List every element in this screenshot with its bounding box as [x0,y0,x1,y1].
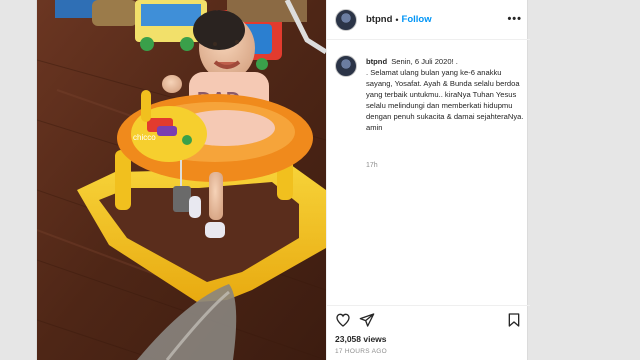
more-dots-icon[interactable]: ••• [507,13,522,25]
follow-button[interactable]: Follow [402,14,432,25]
baby-in-walker-image: DAD chicco [37,0,326,360]
action-bar [327,305,530,335]
username-link[interactable]: btpnd [366,14,392,25]
post-time-ago: 17 HOURS AGO [335,348,388,355]
caption-username[interactable]: btpnd [366,57,387,66]
svg-text:chicco: chicco [133,133,156,142]
caption-timestamp: 17h [366,162,378,169]
caption-avatar[interactable] [335,55,357,77]
separator-dot: • [395,14,399,25]
avatar[interactable] [335,8,357,31]
caption-text: btpnd Senin, 6 Juli 2020! . . Selamat ul… [366,56,524,133]
paper-plane-icon[interactable] [359,312,375,328]
heart-icon[interactable] [335,312,351,328]
instagram-post: DAD chicco [36,0,530,360]
post-photo[interactable]: DAD chicco [37,0,326,360]
caption-body: . Selamat ulang bulan yang ke-6 anakku s… [366,68,524,132]
views-count[interactable]: 23,058 views [335,334,387,344]
post-sidebar: btpnd • Follow ••• btpnd Senin, 6 Juli 2… [326,0,530,360]
post-header: btpnd • Follow ••• [327,0,530,40]
bookmark-icon[interactable] [506,312,522,328]
caption-headline: Senin, 6 Juli 2020! . [391,57,458,66]
